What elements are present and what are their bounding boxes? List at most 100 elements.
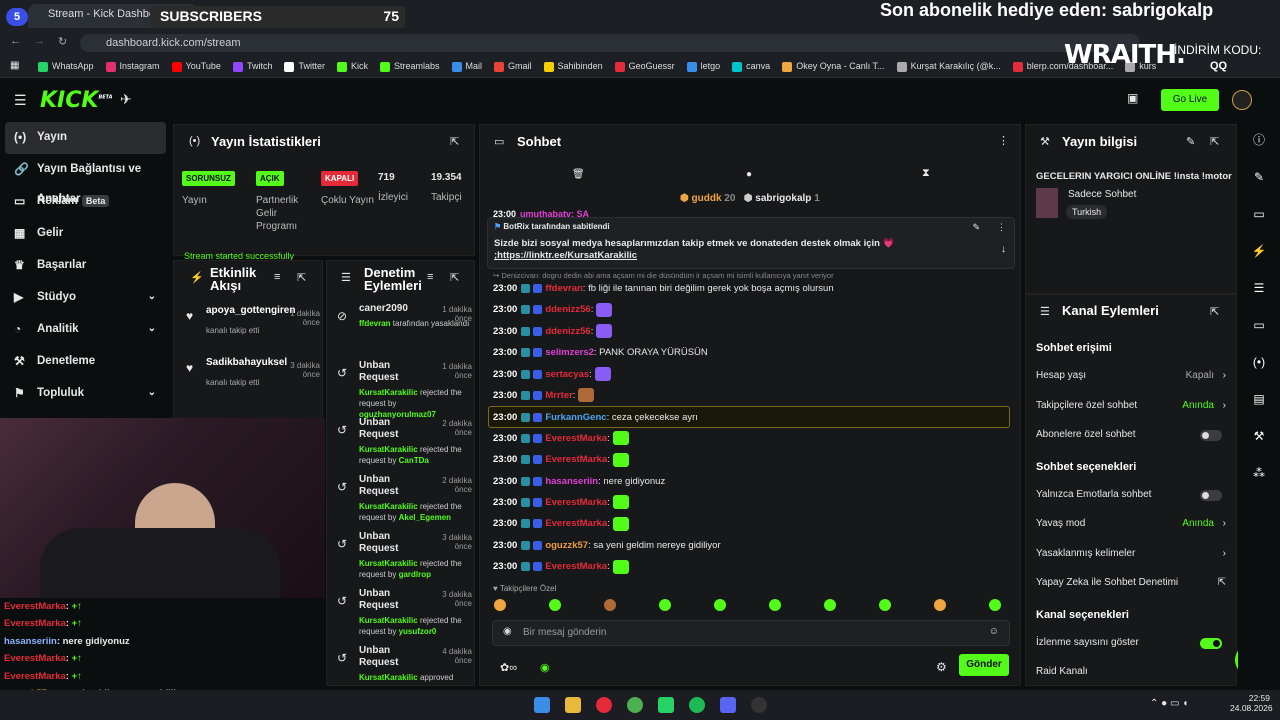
moderator-name[interactable]: KursatKarakilic [359,445,418,454]
language-tag[interactable]: Turkish [1066,205,1108,219]
emote-icon[interactable] [714,599,726,611]
chrome-icon[interactable] [627,697,644,713]
bookmark-item[interactable]: WhatsApp [38,54,94,77]
popout-icon[interactable]: ⇱ [450,135,459,148]
chat-message[interactable]: 23:00 FurkannGenc: ceza çekecekse ayrı [488,406,1010,428]
info-icon[interactable]: ⓘ [1238,122,1280,159]
target-user[interactable]: Akel_Egemen [399,513,451,522]
chat-message[interactable]: 23:00 sertacyas: [480,364,1020,385]
avatar[interactable] [1232,90,1252,110]
moderator-name[interactable]: ffdevran [359,319,391,328]
category-name[interactable]: Sadece Sohbet [1068,189,1136,200]
chat-message[interactable]: 23:00 ddenizz56: [480,299,1020,320]
bookmark-item[interactable]: Kick [336,54,368,77]
popout-icon[interactable]: ⇱ [297,271,306,284]
emote-icon[interactable] [549,599,561,611]
action-row[interactable]: Hesap yaşı Kapalı › [1026,361,1236,391]
kick-emote-icon[interactable]: ◉ [540,661,550,674]
chat-username[interactable]: EverestMarka [545,518,607,529]
filter-icon[interactable]: ≡ [427,271,433,283]
sidenav-item[interactable]: 🔗 Yayın Bağlantısı ve Anahtar [0,154,172,205]
go-live-button[interactable]: Go Live [1161,89,1219,111]
sidenav-item[interactable]: ⚒ Denetleme [0,346,172,378]
action-row[interactable]: Abonelere özel sohbet [1026,420,1236,450]
popout-icon[interactable]: ⇱ [450,271,459,284]
archive-icon[interactable]: ▤ [1238,381,1280,418]
bookmark-item[interactable]: Okey Oyna - Canlı T... [782,54,885,77]
list-icon[interactable]: ☰ [1238,270,1280,307]
chat-message[interactable]: 23:00 oguzzk57: sa yeni geldim nereye gid… [480,535,1020,556]
toggle-switch[interactable] [1200,430,1222,441]
moderator-name[interactable]: KursatKarakilic [359,673,418,682]
chat-username[interactable]: selimzers2 [545,347,594,358]
pin-icon[interactable]: ✎ [972,222,980,233]
emote-icon[interactable] [659,599,671,611]
emoji-icon[interactable]: ☺ [989,626,999,637]
chat-input[interactable]: ◉ Bir mesaj gönderin ☺ [492,620,1010,646]
profile-badge[interactable]: 5 [6,8,28,26]
category-thumbnail[interactable] [1036,188,1058,218]
chat-message[interactable]: 23:00 ddenizz56: [480,321,1020,342]
chat-username[interactable]: EverestMarka [545,497,607,508]
bolt-icon[interactable]: ⚡ [1238,233,1280,270]
kick-logo[interactable]: KICKBETA [40,88,113,113]
sidenav-item[interactable]: (•) Yayın [5,122,166,154]
quick-emote-icon[interactable]: ✿∞ [500,661,517,674]
chat-message[interactable]: 23:00 ffdevran: fb liği ile tanınan biri … [480,278,1020,299]
chat-username[interactable]: ddenizz56 [545,304,590,315]
action-row[interactable]: İzlenme sayısını göster [1026,628,1236,658]
spotify-icon[interactable] [689,697,706,713]
emote-icon[interactable] [604,599,616,611]
chat-username[interactable]: Mrrter [545,390,572,401]
menu-icon[interactable]: ☰ [14,92,27,109]
chat-username[interactable]: EverestMarka [545,433,607,444]
moderator-name[interactable]: KursatKarakilic [359,388,418,397]
action-row[interactable]: Yapay Zeka ile Sohbet Denetimi ⇱ [1026,568,1236,598]
whatsapp-icon[interactable] [658,697,675,713]
bookmark-item[interactable]: Sahibinden [543,54,603,77]
back-icon[interactable]: ← [10,35,21,47]
gifter-name[interactable]: guddk [692,193,722,204]
chat-username[interactable]: FurkannGenc [545,412,606,423]
chat-message[interactable]: 23:00 EverestMarka: [480,428,1020,449]
target-user[interactable]: yusufzor0 [399,627,437,636]
moderator-name[interactable]: KursatKarakilic [359,616,418,625]
emote-icon[interactable] [934,599,946,611]
reply-icon[interactable]: ◉ [503,626,512,637]
chat-username[interactable]: hasanseriin [545,476,598,487]
gifter-name[interactable]: sabrigokalp [755,193,811,204]
send-button[interactable]: Gönder [959,654,1009,676]
bookmark-item[interactable]: Instagram [105,54,160,77]
forward-icon[interactable]: → [34,35,45,47]
explorer-icon[interactable] [565,697,582,713]
bookmark-item[interactable]: Kurşat Karakılıç (@k... [896,54,1001,77]
theater-icon[interactable]: ▣ [1127,91,1138,105]
action-row[interactable]: Takipçilere özel sohbet Anında › [1026,391,1236,421]
emote-icon[interactable] [494,599,506,611]
chat-username[interactable]: EverestMarka [545,454,607,465]
sidenav-item[interactable]: ⚑ Topluluk ⌄ [0,378,172,410]
chat-username[interactable]: EverestMarka [545,561,607,572]
chat-bubble-icon[interactable]: ● [746,169,752,180]
broadcast-icon[interactable]: (•) [1238,344,1280,381]
sidenav-item[interactable]: ▶ Stüdyo ⌄ [0,282,172,314]
emote-icon[interactable] [879,599,891,611]
bookmark-item[interactable]: canva [732,54,770,77]
chat-username[interactable]: ddenizz56 [545,326,590,337]
bookmark-item[interactable]: Streamlabs [379,54,440,77]
filter-icon[interactable]: ≡ [274,271,280,283]
bookmark-item[interactable]: GeoGuessr [614,54,675,77]
timer-icon[interactable]: ⧗ [922,167,930,180]
chat-message[interactable]: 23:00 EverestMarka: [480,492,1020,513]
tray-icons[interactable]: ⌃ ● ▭ ◖ [1150,698,1188,709]
action-row[interactable]: Yavaş mod Anında › [1026,509,1236,539]
wrench-icon[interactable]: ⚒ [1238,418,1280,455]
action-row[interactable]: Yasaklanmış kelimeler › [1026,539,1236,569]
sidenav-item[interactable]: ▦ Gelir [0,218,172,250]
bookmark-item[interactable]: YouTube [171,54,221,77]
bookmark-item[interactable]: Twitter [284,54,325,77]
target-user[interactable]: gardlrop [399,570,431,579]
chat-message[interactable]: 23:00 EverestMarka: [480,449,1020,470]
moderator-name[interactable]: KursatKarakilic [359,559,418,568]
action-row[interactable]: Yalnızca Emotlarla sohbet [1026,480,1236,510]
